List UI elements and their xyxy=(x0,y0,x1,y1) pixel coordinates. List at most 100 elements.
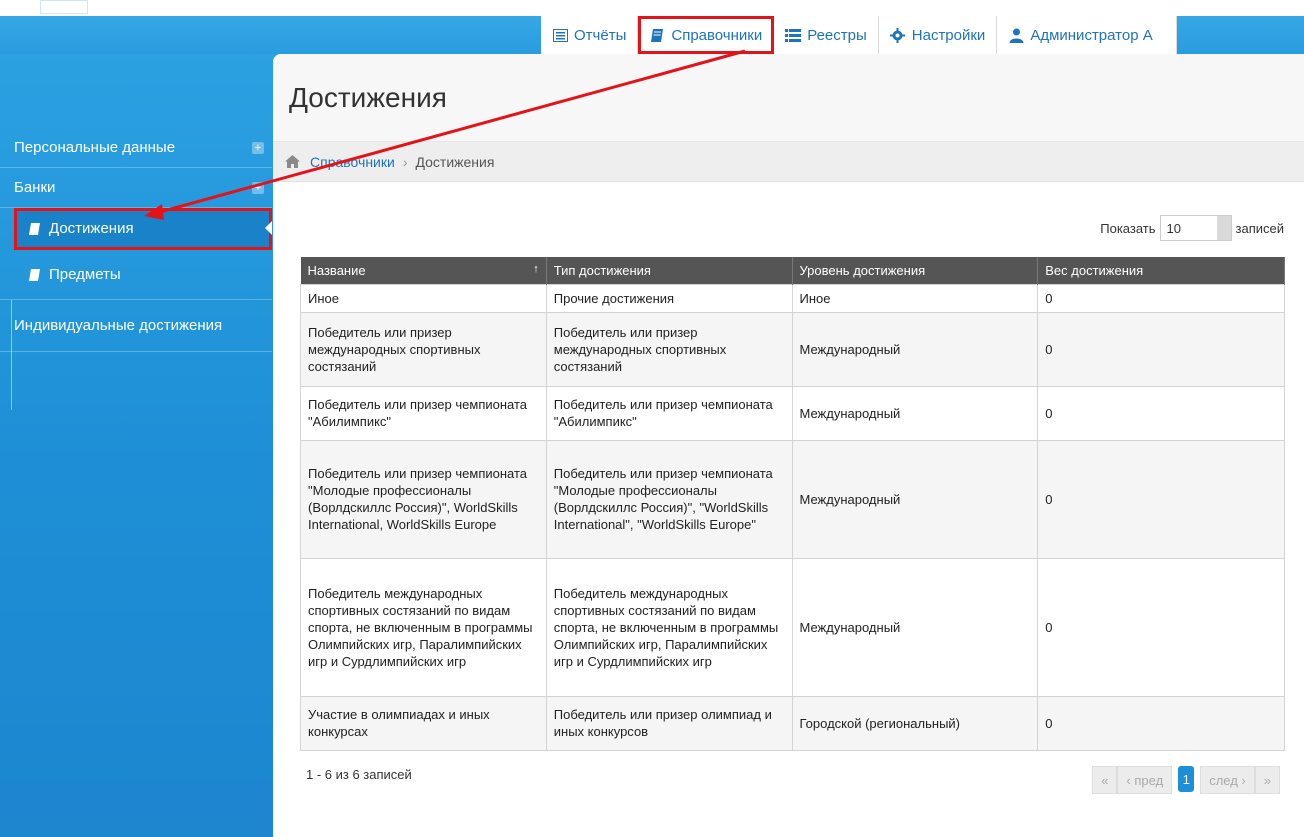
sidebar-item-achievements[interactable]: Достижения xyxy=(14,208,272,250)
table-row[interactable]: Победитель или призер чемпионата "Абилим… xyxy=(300,385,1285,441)
pager-page-button[interactable]: 1 xyxy=(1178,766,1195,792)
page-length-prefix: Показать xyxy=(1100,220,1156,236)
book-icon xyxy=(28,268,41,282)
cell-weight: 0 xyxy=(1037,695,1285,751)
cell-type: Прочие достижения xyxy=(545,283,793,313)
column-header-label: Название xyxy=(307,262,366,278)
pager-next-label: след xyxy=(1209,772,1238,788)
app-logo[interactable] xyxy=(40,0,88,14)
cell-type: Победитель или призер олимпиад и иных ко… xyxy=(545,695,793,751)
expand-icon[interactable]: + xyxy=(252,142,264,154)
page-length-suffix: записей xyxy=(1235,220,1284,236)
top-strip xyxy=(0,0,1304,16)
nav-registries[interactable]: Реестры xyxy=(774,16,879,54)
active-caret-icon xyxy=(265,221,272,235)
nav-settings-label: Настройки xyxy=(911,26,986,44)
table-header-row: Название ↑ Тип достижения Уровень достиж… xyxy=(300,257,1285,284)
breadcrumb-link-directories[interactable]: Справочники xyxy=(310,154,395,170)
page-length-control: Показать 10 записей xyxy=(1100,215,1284,241)
sidebar-item-personal-data[interactable]: Персональные данные + xyxy=(0,128,272,168)
pager-last-button[interactable]: » xyxy=(1254,766,1280,794)
top-nav: Отчёты Справочники Реестры Настройки Адм… xyxy=(541,16,1178,54)
cell-weight: 0 xyxy=(1037,385,1285,441)
book-icon xyxy=(28,222,41,236)
cell-level: Международный xyxy=(791,439,1039,559)
list-icon xyxy=(552,27,568,43)
sidebar-item-banks[interactable]: Банки + xyxy=(0,168,272,208)
sidebar-item-label: Предметы xyxy=(49,266,121,283)
pager-next-button[interactable]: след › xyxy=(1200,766,1255,794)
expand-icon[interactable]: + xyxy=(252,182,264,194)
sort-asc-icon: ↑ xyxy=(533,262,539,275)
page-length-select[interactable]: 10 xyxy=(1159,215,1232,241)
cell-type: Победитель или призер чемпионата "Абилим… xyxy=(545,385,793,441)
table-row[interactable]: Участие в олимпиадах и иных конкурсах По… xyxy=(300,695,1285,751)
chevron-left-icon: ‹ xyxy=(1126,772,1135,788)
app-logo-text: Образование xyxy=(96,0,183,14)
user-icon xyxy=(1008,27,1024,43)
cell-name: Иное xyxy=(300,283,547,313)
nav-registries-label: Реестры xyxy=(807,26,867,44)
cell-weight: 0 xyxy=(1037,283,1285,313)
pagination: « ‹ пред 1 след › » xyxy=(1092,766,1280,794)
breadcrumb-separator-icon: › xyxy=(402,153,408,170)
cell-level: Международный xyxy=(791,557,1039,697)
column-header-type[interactable]: Тип достижения xyxy=(546,257,793,284)
nav-reports[interactable]: Отчёты xyxy=(541,16,639,54)
home-icon[interactable] xyxy=(285,155,300,168)
nav-user-label: Администратор А xyxy=(1030,26,1153,44)
gear-icon xyxy=(890,27,906,43)
nav-settings[interactable]: Настройки xyxy=(878,16,998,54)
page-length-value: 10 xyxy=(1166,220,1181,236)
sidebar-item-label: Индивидуальные достижения xyxy=(14,317,223,334)
sidebar-item-subjects[interactable]: Предметы xyxy=(0,250,272,300)
cell-name: Победитель международных спортивных сост… xyxy=(300,557,547,697)
column-header-name[interactable]: Название ↑ xyxy=(300,257,547,284)
page-title: Достижения xyxy=(289,82,447,113)
cell-level: Иное xyxy=(791,283,1039,313)
column-header-label: Уровень достижения xyxy=(799,262,926,278)
cell-name: Участие в олимпиадах и иных конкурсах xyxy=(300,695,547,751)
table-info: 1 - 6 из 6 записей xyxy=(306,767,412,782)
cell-name: Победитель или призер чемпионата "Молоды… xyxy=(300,439,547,559)
cell-name: Победитель или призер чемпионата "Абилим… xyxy=(300,385,547,441)
breadcrumb: Справочники › Достижения xyxy=(273,142,1304,182)
sidebar-item-label: Достижения xyxy=(49,220,134,237)
column-header-label: Тип достижения xyxy=(553,262,651,278)
nav-user-menu[interactable]: Администратор А xyxy=(997,16,1178,54)
breadcrumb-current: Достижения xyxy=(415,153,495,170)
cell-weight: 0 xyxy=(1037,311,1285,387)
cell-level: Городской (региональный) xyxy=(791,695,1039,751)
cell-type: Победитель международных спортивных сост… xyxy=(545,557,793,697)
table-row[interactable]: Победитель или призер международных спор… xyxy=(300,311,1285,387)
nav-reports-label: Отчёты xyxy=(574,26,627,44)
nav-directories-label: Справочники xyxy=(671,26,763,44)
pager-prev-label: пред xyxy=(1134,772,1164,788)
sidebar-item-label: Персональные данные xyxy=(14,139,176,156)
list-icon xyxy=(785,27,802,43)
achievements-table: Название ↑ Тип достижения Уровень достиж… xyxy=(300,257,1285,751)
column-header-weight[interactable]: Вес достижения xyxy=(1037,257,1285,284)
cell-type: Победитель или призер чемпионата "Молоды… xyxy=(545,439,793,559)
pager-prev-button[interactable]: ‹ пред xyxy=(1117,766,1173,794)
select-arrow-icon xyxy=(1216,216,1231,240)
pager-first-button[interactable]: « xyxy=(1092,766,1118,794)
sidebar-item-individual-achievements[interactable]: Индивидуальные достижения xyxy=(0,300,272,352)
cell-weight: 0 xyxy=(1037,439,1285,559)
column-header-label: Вес достижения xyxy=(1045,262,1144,278)
column-header-level[interactable]: Уровень достижения xyxy=(792,257,1039,284)
sidebar-item-label: Банки xyxy=(14,179,56,196)
table-row[interactable]: Победитель международных спортивных сост… xyxy=(300,557,1285,697)
cell-weight: 0 xyxy=(1037,557,1285,697)
sidebar-divider xyxy=(11,300,12,410)
table-row[interactable]: Победитель или призер чемпионата "Молоды… xyxy=(300,439,1285,559)
page-header: Достижения xyxy=(273,54,1304,142)
book-icon xyxy=(649,27,665,43)
nav-directories[interactable]: Справочники xyxy=(638,16,775,54)
sidebar: Персональные данные + Банки + Достижения… xyxy=(0,128,272,352)
cell-level: Международный xyxy=(791,311,1039,387)
table-row[interactable]: Иное Прочие достижения Иное 0 xyxy=(300,283,1285,313)
cell-name: Победитель или призер международных спор… xyxy=(300,311,547,387)
cell-type: Победитель или призер международных спор… xyxy=(545,311,793,387)
main-panel: Достижения Справочники › Достижения Пока… xyxy=(273,54,1304,837)
